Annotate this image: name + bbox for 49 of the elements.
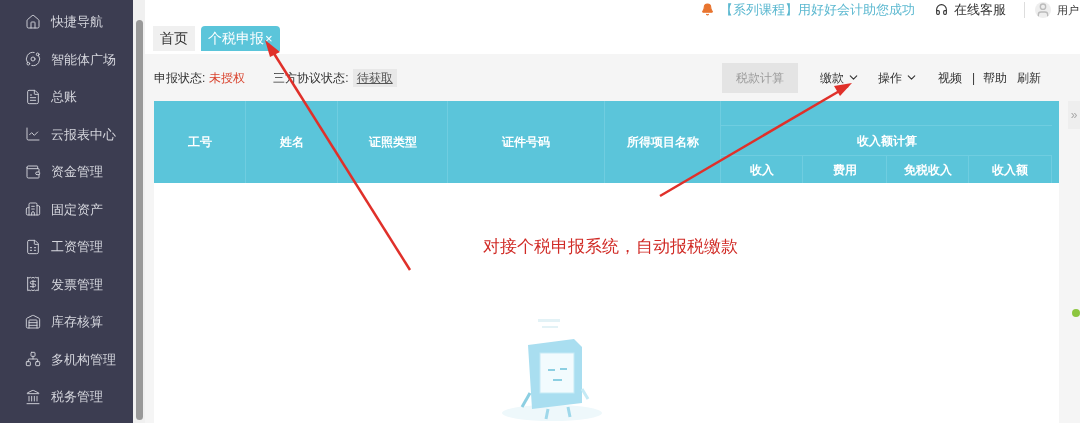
user-name[interactable]: 用户 [1057, 1, 1079, 18]
toolbar-link[interactable]: 视频 [937, 68, 962, 87]
home-icon [25, 13, 41, 30]
column-header: 免税收入 [887, 156, 969, 183]
status-label: 申报状态: [154, 69, 206, 87]
column-header: 工号 [154, 101, 246, 183]
sidebar-item[interactable]: 云报表中心 [0, 115, 133, 153]
sheet-icon [25, 238, 41, 255]
dropdown-menu[interactable]: 操作 [877, 68, 918, 87]
ledger-icon [25, 88, 41, 105]
status-value: 未授权 [209, 69, 246, 87]
column-header: 收入额 [969, 156, 1052, 183]
headset-icon [935, 3, 948, 17]
toolbar-link[interactable]: 刷新 [1017, 68, 1041, 87]
column-header: 证件号码 [448, 101, 605, 183]
agreement-status[interactable]: 待获取 [352, 68, 397, 87]
bell-icon [701, 3, 714, 17]
toolbar-link[interactable]: 帮助 [983, 68, 1007, 87]
avatar-icon[interactable] [1035, 1, 1051, 18]
group-header: 收入额计算 [721, 126, 1052, 156]
toolbar-separator: | [971, 69, 975, 87]
dropdown-menu[interactable]: 缴款 [819, 68, 860, 87]
sidebar-item[interactable]: 多机构管理 [0, 340, 133, 378]
sidebar-item[interactable]: 智能体广场 [0, 40, 133, 78]
scrollbar[interactable] [133, 0, 145, 423]
sidebar-item[interactable]: 固定资产 [0, 190, 133, 228]
column-header: 所得项目名称 [605, 101, 721, 183]
receipt-icon [25, 276, 41, 293]
chart-icon [25, 126, 41, 143]
sidebar-item[interactable]: 税务管理 [0, 378, 133, 416]
sidebar-item[interactable]: 发票管理 [0, 265, 133, 303]
sidebar-item[interactable]: 资金管理 [0, 153, 133, 191]
sidebar-item[interactable]: 快捷导航 [0, 3, 133, 41]
service-link[interactable]: 在线客服 [954, 0, 1006, 20]
building-icon [25, 201, 41, 218]
annotation-text: 对接个税申报系统，自动报税缴款 [483, 236, 738, 258]
orbit-icon [25, 51, 41, 68]
sidebar-item[interactable]: 工资管理 [0, 228, 133, 266]
sidebar-item[interactable]: 库存核算 [0, 303, 133, 341]
sidebar-item[interactable]: 总账 [0, 78, 133, 116]
landmark-icon [25, 388, 41, 405]
column-header: 费用 [803, 156, 887, 183]
wallet-icon [25, 163, 41, 180]
column-header: 收入 [721, 156, 803, 183]
warehouse-icon [25, 313, 41, 330]
column-header: 姓名 [246, 101, 338, 183]
tab[interactable]: 首页 [153, 26, 195, 51]
network-icon [25, 351, 41, 368]
column-header: 证照类型 [338, 101, 448, 183]
